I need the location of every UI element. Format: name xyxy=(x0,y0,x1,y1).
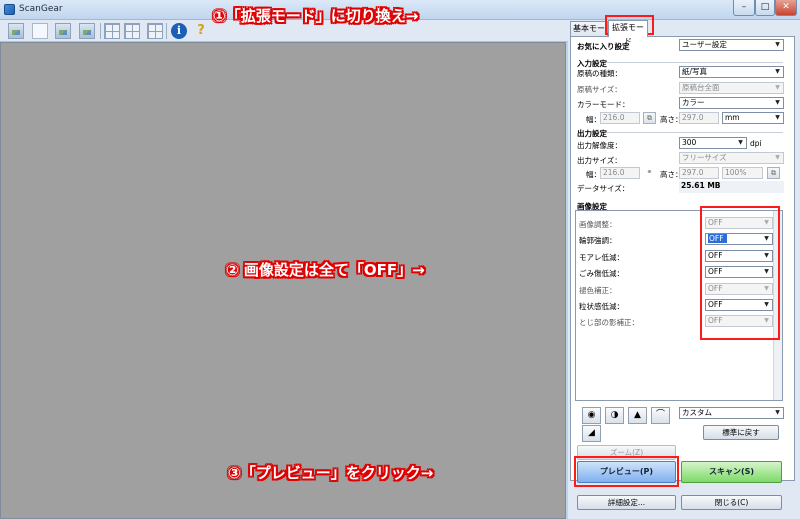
photo-icon[interactable] xyxy=(8,23,24,39)
aspect-lock-icon[interactable]: ⧉ xyxy=(643,112,656,124)
resolution-select[interactable]: 300 ▼ xyxy=(679,137,747,149)
resolution-label: 出力解像度： xyxy=(577,141,622,150)
image-icon[interactable] xyxy=(55,23,71,39)
app-icon xyxy=(4,4,15,15)
maximize-button[interactable]: □ xyxy=(755,0,775,16)
input-width-label: 幅： xyxy=(586,115,601,124)
scan-button[interactable]: スキャン(S) xyxy=(681,461,782,483)
scale-select[interactable]: 100% xyxy=(722,167,763,179)
chevron-down-icon: ▼ xyxy=(775,114,780,121)
data-size-value: 25.61 MB xyxy=(679,181,784,193)
output-settings-title: 出力設定 xyxy=(577,129,607,138)
tone-curve-icon[interactable]: ⌒ xyxy=(651,407,670,424)
preview-area[interactable] xyxy=(0,42,566,519)
annotation-step3: ③「プレビュー」をクリック→ xyxy=(228,464,434,482)
grid-icon[interactable] xyxy=(147,23,163,39)
threshold-icon[interactable]: ◢ xyxy=(582,425,601,442)
advanced-settings-button[interactable]: 詳細設定... xyxy=(577,495,676,510)
chevron-down-icon: ▼ xyxy=(775,409,780,416)
chevron-down-icon: ▼ xyxy=(775,41,780,48)
source-type-label: 原稿の種類： xyxy=(577,69,622,78)
input-height-field[interactable]: 297.0 xyxy=(679,112,719,124)
image-setting-label: 画像調整： xyxy=(579,220,617,229)
output-size-select[interactable]: フリーサイズ ▼ xyxy=(679,152,784,164)
brightness-contrast-icon[interactable]: ◑ xyxy=(605,407,624,424)
color-mode-label: カラーモード： xyxy=(577,100,630,109)
grid-icon[interactable] xyxy=(104,23,120,39)
chevron-down-icon: ▼ xyxy=(775,84,780,91)
image-setting-label: ごみ傷低減： xyxy=(579,269,624,279)
scale-switch-icon[interactable]: ⧉ xyxy=(767,167,780,179)
tab-advanced-mode[interactable]: 拡張モード xyxy=(608,20,648,46)
image-icon[interactable] xyxy=(79,23,95,39)
paper-size-label: 原稿サイズ： xyxy=(577,85,622,94)
toolbar-separator xyxy=(100,23,101,39)
divider xyxy=(606,62,783,63)
output-width-label: 幅： xyxy=(586,170,601,179)
close-button[interactable]: 閉じる(C) xyxy=(681,495,782,510)
resolution-unit: dpi xyxy=(750,139,762,148)
help-icon[interactable]: ? xyxy=(193,23,209,39)
tab-basic-mode[interactable]: 基本モード xyxy=(570,21,608,47)
tone-preset-select[interactable]: カスタム ▼ xyxy=(679,407,784,419)
document-icon[interactable] xyxy=(32,23,48,39)
highlight-preview-button xyxy=(574,456,679,487)
favorites-select[interactable]: ユーザー設定 ▼ xyxy=(679,39,784,51)
close-window-button[interactable]: ✕ xyxy=(775,0,797,16)
unit-select[interactable]: mm ▼ xyxy=(722,112,784,124)
annotation-step1: ①「拡張モード」に切り換え→ xyxy=(213,7,419,25)
annotation-step2: ② 画像設定は全て「OFF」→ xyxy=(226,261,425,279)
minimize-button[interactable]: – xyxy=(733,0,755,16)
grid-icon[interactable] xyxy=(124,23,140,39)
data-size-label: データサイズ： xyxy=(577,184,630,193)
chevron-down-icon: ▼ xyxy=(738,139,743,146)
image-setting-label: 粒状感低減： xyxy=(579,302,624,311)
color-wheel-icon[interactable]: ◉ xyxy=(582,407,601,424)
reset-defaults-button[interactable]: 標準に戻す xyxy=(703,425,779,440)
toolbar-separator xyxy=(166,23,167,39)
chevron-down-icon: ▼ xyxy=(775,99,780,106)
divider xyxy=(606,132,783,133)
output-size-label: 出力サイズ： xyxy=(577,156,622,165)
image-setting-label: 褪色補正： xyxy=(579,285,617,295)
image-setting-label: とじ部の影補正： xyxy=(579,318,639,328)
image-setting-label: モアレ低減： xyxy=(579,252,624,262)
output-height-field[interactable]: 297.0 xyxy=(679,167,719,179)
input-width-field[interactable]: 216.0 xyxy=(600,112,640,124)
window-title: ScanGear xyxy=(19,4,63,14)
chain-link-icon: ⚭ xyxy=(646,168,653,176)
favorites-label: お気に入り設定 xyxy=(577,42,630,51)
paper-size-select[interactable]: 原稿台全面 ▼ xyxy=(679,82,784,94)
chevron-down-icon: ▼ xyxy=(775,154,780,161)
output-width-field[interactable]: 216.0 xyxy=(600,167,640,179)
histogram-icon[interactable]: ▲ xyxy=(628,407,647,424)
source-type-select[interactable]: 紙/写真 ▼ xyxy=(679,66,784,78)
chevron-down-icon: ▼ xyxy=(775,68,780,75)
info-icon[interactable]: i xyxy=(171,23,187,39)
highlight-image-settings xyxy=(700,206,780,340)
image-setting-label: 輪郭強調： xyxy=(579,236,617,246)
color-mode-select[interactable]: カラー ▼ xyxy=(679,97,784,109)
